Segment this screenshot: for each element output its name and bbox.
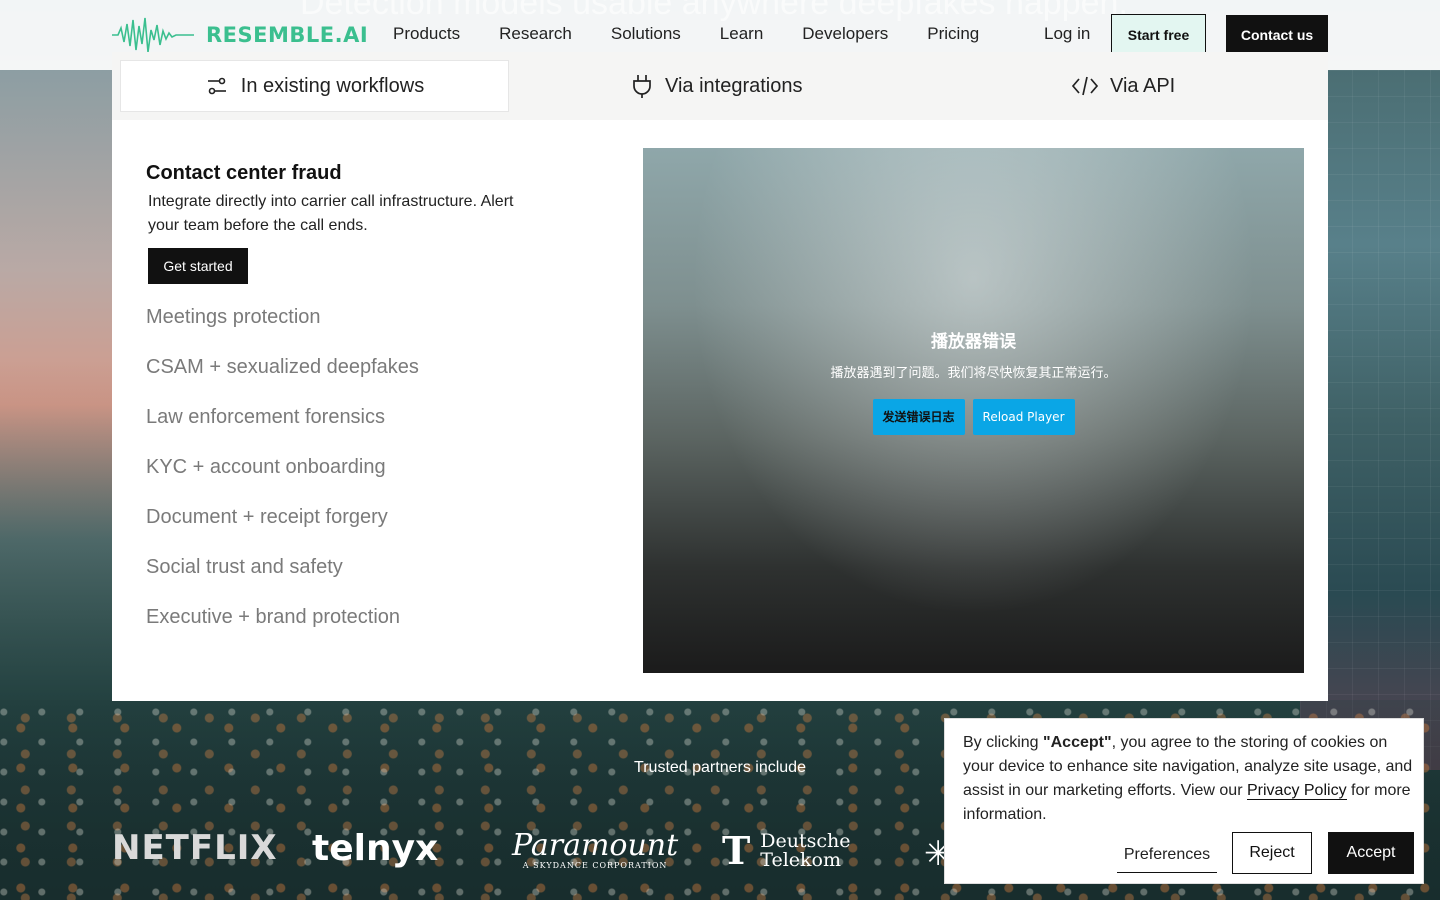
privacy-policy-link[interactable]: Privacy Policy [1246,782,1347,800]
paramount-logo: Paramount A SKYDANCE CORPORATION [512,828,678,870]
workflow-icon [205,74,229,98]
player-error-actions: 发送错误日志 Reload Player [872,398,1075,435]
use-case-item[interactable]: CSAM + sexualized deepfakes [146,356,419,406]
use-case-item[interactable]: KYC + account onboarding [146,456,419,506]
nav-developers[interactable]: Developers [802,24,888,44]
main-nav: Products Research Solutions Learn Develo… [393,24,1018,44]
logo-text: RESEMBLE.AI [206,23,369,47]
plug-icon [631,73,653,99]
video-player[interactable]: 播放器错误 播放器遇到了问题。我们将尽快恢复其正常运行。 发送错误日志 Relo… [643,148,1304,673]
login-link[interactable]: Log in [1044,24,1090,44]
tab-api[interactable]: Via API [1072,60,1175,112]
use-case-item[interactable]: Executive + brand protection [146,606,419,656]
code-icon [1072,74,1098,98]
cookie-preferences-button[interactable]: Preferences [1117,837,1217,873]
cookie-banner: By clicking "Accept", you agree to the s… [944,718,1424,884]
deutsche-telekom-logo: T Deutsche Telekom [722,828,851,873]
tab-integrations[interactable]: Via integrations [631,60,803,112]
telekom-wordmark: Deutsche Telekom [760,831,850,871]
cookie-message: By clicking "Accept", you agree to the s… [963,731,1413,827]
use-case-list: Meetings protection CSAM + sexualized de… [146,306,419,656]
waveform-logo-icon [112,16,194,54]
netflix-logo: NETFLIX [112,828,278,868]
telekom-line-2: Telekom [760,848,842,871]
cookie-reject-button[interactable]: Reject [1232,832,1312,874]
solutions-card: In existing workflows Via integrations V… [112,52,1328,701]
use-case-item[interactable]: Document + receipt forgery [146,506,419,556]
use-case-item[interactable]: Social trust and safety [146,556,419,606]
tab-label: In existing workflows [240,74,425,97]
nav-research[interactable]: Research [499,24,572,44]
telekom-t-icon: T [722,828,751,873]
use-case-description: Integrate directly into carrier call inf… [148,193,514,234]
telnyx-logo: telnyx [312,828,439,869]
get-started-button[interactable]: Get started [148,248,248,284]
cookie-accept-button[interactable]: Accept [1328,832,1414,874]
player-error-message: 播放器遇到了问题。我们将尽快恢复其正常运行。 [830,365,1117,381]
start-free-button[interactable]: Start free [1111,14,1206,56]
cookie-accept-quote: "Accept" [1043,734,1112,751]
nav-pricing[interactable]: Pricing [927,24,979,44]
nav-learn[interactable]: Learn [720,24,763,44]
paramount-wordmark: Paramount [512,828,679,863]
nav-products[interactable]: Products [393,24,460,44]
tab-bar: In existing workflows Via integrations V… [112,52,1328,120]
use-case-item[interactable]: Law enforcement forensics [146,406,419,456]
hero-heading-partial: Detection models usable anywhere deepfak… [300,0,1128,22]
use-case-title: Contact center fraud [146,162,342,184]
send-error-log-button[interactable]: 发送错误日志 [872,398,965,435]
contact-us-button[interactable]: Contact us [1226,15,1328,55]
tab-existing-workflows[interactable]: In existing workflows [120,60,509,112]
reload-player-button[interactable]: Reload Player [972,398,1075,435]
tab-label: Via API [1110,74,1176,97]
player-error-title: 播放器错误 [931,331,1016,352]
tab-label: Via integrations [665,74,803,97]
use-case-item[interactable]: Meetings protection [146,306,419,356]
paramount-subtitle: A SKYDANCE CORPORATION [522,861,668,870]
nav-solutions[interactable]: Solutions [611,24,681,44]
logo[interactable]: RESEMBLE.AI [112,16,368,54]
cookie-text-prefix: By clicking [963,734,1044,751]
